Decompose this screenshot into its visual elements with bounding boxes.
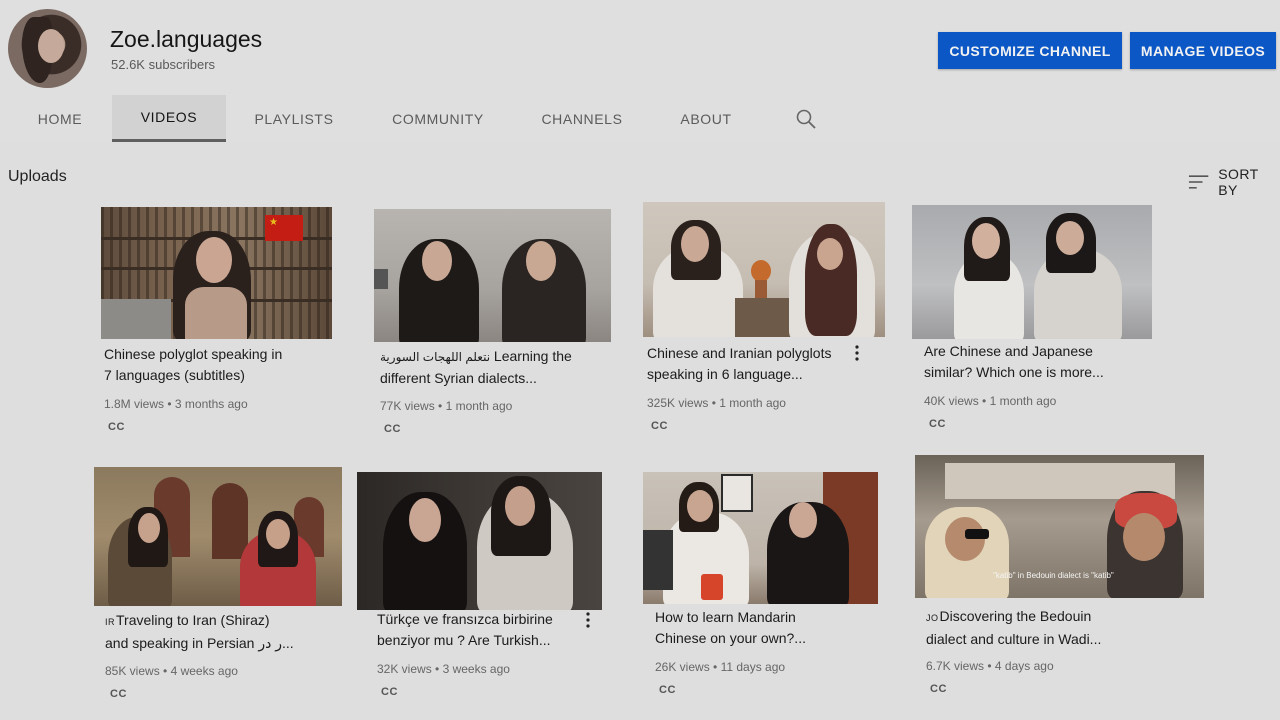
video-thumbnail[interactable] (912, 205, 1152, 339)
cc-badge: CC (381, 686, 398, 698)
upload-age: 11 days ago (720, 660, 786, 674)
cc-badge: CC (929, 418, 946, 430)
upload-age: 1 month ago (989, 394, 1057, 408)
thumbnail-caption: "katib" in Bedouin dialect is "katib" (993, 571, 1114, 580)
video-title-line2: dialect and culture in Wadi... (926, 631, 1102, 647)
uploads-heading: Uploads (8, 168, 67, 185)
view-count: 325K views (647, 396, 709, 410)
upload-age: 1 month ago (445, 399, 513, 413)
video-title-line2: and speaking in Persian ر در... (105, 635, 294, 651)
search-icon[interactable] (794, 107, 818, 131)
view-count: 32K views (377, 662, 432, 676)
cc-badge: CC (110, 688, 127, 700)
video-title-line2: benziyor mu ? Are Turkish... (377, 632, 551, 648)
upload-age: 3 weeks ago (442, 662, 510, 676)
video-title-line2: speaking in 6 language... (647, 366, 803, 382)
video-title-line2: Chinese on your own?... (655, 630, 806, 646)
video-title-line1: Are Chinese and Japanese (924, 343, 1093, 359)
cc-badge: CC (930, 683, 947, 695)
video-meta: 40K views • 1 month ago (924, 394, 1057, 408)
video-meta: 77K views • 1 month ago (380, 399, 513, 413)
country-code: JO (926, 613, 939, 623)
manage-videos-button[interactable]: MANAGE VIDEOS (1130, 32, 1276, 69)
view-count: 26K views (655, 660, 710, 674)
upload-age: 4 weeks ago (170, 664, 238, 678)
tab-about[interactable]: ABOUT (668, 95, 744, 142)
video-title-line2: different Syrian dialects... (380, 370, 537, 386)
tab-community[interactable]: COMMUNITY (380, 95, 496, 142)
view-count: 1.8M views (104, 397, 165, 411)
video-title-line1-text: Traveling to Iran (Shiraz) (116, 612, 270, 628)
video-meta: 85K views • 4 weeks ago (105, 664, 238, 678)
video-thumbnail[interactable] (94, 467, 342, 606)
view-count: 40K views (924, 394, 979, 408)
cc-badge: CC (651, 420, 668, 432)
subscriber-count: 52.6K subscribers (111, 57, 216, 72)
country-code: IR (105, 617, 115, 627)
channel-avatar[interactable] (8, 9, 87, 88)
cc-badge: CC (384, 423, 401, 435)
cc-badge: CC (108, 421, 125, 433)
video-title-line1: Chinese polyglot speaking in (104, 346, 283, 362)
sort-lines-icon (1188, 175, 1209, 189)
vertical-dots-icon[interactable] (855, 345, 859, 361)
video-thumbnail[interactable] (643, 202, 885, 337)
video-meta: 325K views • 1 month ago (647, 396, 786, 410)
video-thumbnail[interactable] (374, 209, 611, 342)
upload-age: 1 month ago (719, 396, 786, 410)
cc-badge: CC (659, 684, 676, 696)
video-title-line1: Türkçe ve fransızca birbirine (377, 611, 553, 627)
video-title-line1-text: Discovering the Bedouin (939, 608, 1092, 624)
tab-playlists[interactable]: PLAYLISTS (243, 95, 345, 142)
sort-by-button[interactable]: SORT BY (1188, 166, 1280, 198)
video-meta: 6.7K views • 4 days ago (926, 659, 1054, 673)
sort-by-label: SORT BY (1218, 166, 1259, 198)
view-count: 85K views (105, 664, 160, 678)
customize-channel-button[interactable]: CUSTOMIZE CHANNEL (938, 32, 1122, 69)
video-thumbnail[interactable] (643, 472, 878, 604)
video-title-line1: How to learn Mandarin (655, 609, 796, 625)
video-meta: 1.8M views • 3 months ago (104, 397, 248, 411)
video-title-line1: Chinese and Iranian polyglots (647, 345, 832, 361)
video-title-rtl-text: نتعلم اللهجات السورية (380, 350, 491, 364)
video-title-line1: IRTraveling to Iran (Shiraz) (105, 610, 294, 633)
channel-tabs: HOME VIDEOS PLAYLISTS COMMUNITY CHANNELS… (0, 95, 850, 142)
upload-age: 3 months ago (174, 397, 248, 411)
video-meta: 32K views • 3 weeks ago (377, 662, 510, 676)
video-title-line2: 7 languages (subtitles) (104, 367, 245, 383)
china-flag-icon: ★ (265, 215, 303, 241)
channel-header: Zoe.languages 52.6K subscribers CUSTOMIZ… (0, 0, 1280, 142)
video-thumbnail[interactable]: "katib" in Bedouin dialect is "katib" (915, 455, 1204, 598)
view-count: 6.7K views (926, 659, 985, 673)
video-title-line1: نتعلم اللهجات السورية Learning the (380, 346, 572, 368)
video-thumbnail[interactable] (357, 472, 602, 610)
video-title-line2: similar? Which one is more... (924, 364, 1104, 380)
view-count: 77K views (380, 399, 435, 413)
video-title-line1-text: Learning the (490, 348, 572, 364)
video-thumbnail[interactable]: ★ (101, 207, 332, 339)
tab-videos[interactable]: VIDEOS (112, 95, 226, 142)
video-title-line1: JODiscovering the Bedouin (926, 606, 1101, 629)
tab-channels[interactable]: CHANNELS (530, 95, 634, 142)
channel-name: Zoe.languages (110, 26, 263, 52)
upload-age: 4 days ago (994, 659, 1054, 673)
tab-home[interactable]: HOME (18, 95, 102, 142)
vertical-dots-icon[interactable] (586, 612, 590, 628)
video-meta: 26K views • 11 days ago (655, 660, 786, 674)
